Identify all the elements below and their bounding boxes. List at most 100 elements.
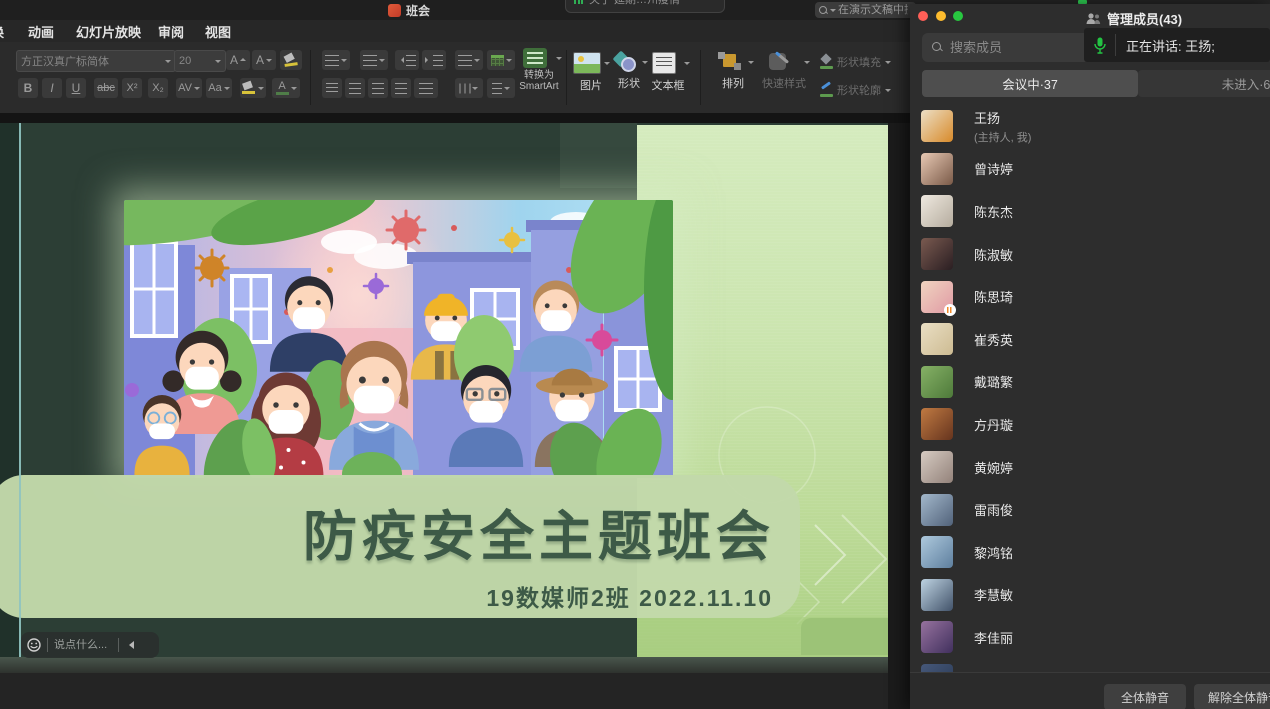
change-case-button[interactable]: Aa <box>206 78 232 98</box>
italic-button[interactable]: I <box>42 78 62 98</box>
subscript-button[interactable]: X₂ <box>148 78 168 98</box>
font-family-value: 方正汉真广标简体 <box>21 53 109 69</box>
distribute-button[interactable] <box>414 78 438 98</box>
ribbon-edge <box>0 113 910 123</box>
member-row[interactable]: 戴璐繁 <box>910 361 1270 404</box>
chat-input[interactable] <box>54 639 112 651</box>
member-avatar <box>921 579 953 611</box>
panel-title: 管理成员(43) <box>1107 9 1182 28</box>
shrink-label: A <box>256 53 264 67</box>
line-spacing-icon <box>458 55 472 66</box>
member-row[interactable]: 黎鸿铭 <box>910 531 1270 574</box>
arrange-button[interactable]: 排列 <box>712 52 754 91</box>
text-direction-button[interactable] <box>487 78 515 98</box>
ribbon: 方正汉真广标简体 20 A A B I U abc X² X₂ AV Aa A <box>0 42 910 113</box>
smartart-button[interactable]: 转换为SmartArt <box>516 48 562 92</box>
mute-all-button[interactable]: 全体静音 <box>1104 684 1186 709</box>
chat-bar[interactable] <box>21 632 159 658</box>
chevron-down-icon <box>472 87 478 93</box>
font-color-button[interactable]: A <box>272 78 300 98</box>
numbering-button[interactable] <box>360 50 388 70</box>
speaking-indicator: 正在讲话: 王扬; <box>1084 28 1270 62</box>
member-row[interactable]: 陈思琦 <box>910 275 1270 318</box>
collapse-icon[interactable] <box>125 641 134 649</box>
member-row[interactable]: 方丹璇 <box>910 403 1270 446</box>
sort-icon <box>460 83 471 93</box>
shape-fill-icon <box>820 55 833 69</box>
justify-button[interactable] <box>391 78 411 98</box>
member-row[interactable]: 李慧敏 <box>910 574 1270 617</box>
align-center-button[interactable] <box>345 78 365 98</box>
traffic-light-minimize[interactable] <box>936 11 946 21</box>
font-family-select[interactable]: 方正汉真广标简体 <box>16 50 176 72</box>
shapes-button[interactable]: 形状 <box>610 52 648 91</box>
chevron-down-icon <box>504 87 510 93</box>
member-name: 雷雨俊 <box>974 500 1013 519</box>
member-row[interactable]: 李佳丽 <box>910 616 1270 659</box>
bullets-button[interactable] <box>322 50 350 70</box>
document-title-area: 班会 <box>388 2 430 18</box>
notification-toast[interactable]: 关于 延期…州疫情 <box>565 0 725 13</box>
member-row[interactable]: 陈东杰 <box>910 190 1270 233</box>
shape-outline-label: 形状轮廓 <box>837 82 881 98</box>
member-avatar <box>921 664 953 672</box>
decrease-font-button[interactable]: A <box>252 50 276 70</box>
sort-button[interactable] <box>455 78 483 98</box>
font-size-select[interactable]: 20 <box>174 50 226 72</box>
traffic-light-zoom[interactable] <box>953 11 963 21</box>
line-spacing-button[interactable] <box>455 50 483 70</box>
strikethrough-button[interactable]: abc <box>94 78 118 98</box>
char-spacing-button[interactable]: AV <box>176 78 202 98</box>
traffic-light-close[interactable] <box>918 11 928 21</box>
table-icon <box>491 55 504 66</box>
superscript-button[interactable]: X² <box>122 78 142 98</box>
member-row[interactable]: 王扬(主持人, 我) <box>910 105 1270 148</box>
textbox-button[interactable]: 文本框 <box>646 52 690 93</box>
menu-item-view[interactable]: 视图 <box>205 22 231 41</box>
unmute-all-button[interactable]: 解除全体静音 <box>1194 684 1270 709</box>
bullets-icon <box>325 55 339 66</box>
quick-styles-button[interactable]: 快速样式 <box>758 52 810 91</box>
change-case-label: Aa <box>208 82 221 94</box>
member-row[interactable] <box>910 659 1270 672</box>
member-avatar <box>921 153 953 185</box>
align-left-button[interactable] <box>322 78 342 98</box>
emoji-icon[interactable] <box>27 638 41 652</box>
member-name: 陈东杰 <box>974 202 1013 221</box>
member-name: 黄婉婷 <box>974 458 1013 477</box>
slide-canvas[interactable]: 防疫安全主题班会 19数媒师2班 2022.11.10 <box>0 123 910 657</box>
member-row[interactable]: 黄婉婷 <box>910 446 1270 489</box>
menu-item-review[interactable]: 审阅 <box>158 22 184 41</box>
panel-title-area: 管理成员(43) <box>1086 9 1182 28</box>
outdent-button[interactable] <box>395 50 419 70</box>
document-search[interactable] <box>815 2 916 18</box>
underline-button[interactable]: U <box>66 78 86 98</box>
divider <box>1115 34 1116 56</box>
member-row[interactable]: 崔秀英 <box>910 318 1270 361</box>
member-row[interactable]: 陈淑敏 <box>910 233 1270 276</box>
picture-button[interactable]: 图片 <box>572 52 610 93</box>
menu-item-slideshow[interactable]: 幻灯片放映 <box>76 22 141 41</box>
tab-not-joined[interactable]: 未进入·6 <box>1138 70 1270 97</box>
indent-button[interactable] <box>422 50 446 70</box>
shape-outline-button[interactable]: 形状轮廓 <box>820 82 891 98</box>
tab-in-meeting[interactable]: 会议中·37 <box>922 70 1138 97</box>
menubar: 换 动画 幻灯片放映 审阅 视图 <box>0 20 910 42</box>
search-icon <box>819 6 828 15</box>
justify-icon <box>395 83 407 94</box>
member-row[interactable]: 雷雨俊 <box>910 488 1270 531</box>
shape-fill-button[interactable]: 形状填充 <box>820 54 891 70</box>
bold-button[interactable]: B <box>18 78 38 98</box>
document-search-input[interactable] <box>838 4 908 16</box>
member-list[interactable]: 王扬(主持人, 我)曾诗婷陈东杰陈淑敏陈思琦崔秀英戴璐繁方丹璇黄婉婷雷雨俊黎鸿铭… <box>910 105 1270 672</box>
highlight-button[interactable] <box>240 78 266 98</box>
member-row[interactable]: 曾诗婷 <box>910 148 1270 191</box>
table-button[interactable] <box>487 50 515 70</box>
increase-font-button[interactable]: A <box>226 50 250 70</box>
align-right-button[interactable] <box>368 78 388 98</box>
member-name: 李佳丽 <box>974 628 1013 647</box>
clear-format-button[interactable] <box>280 50 302 70</box>
numbering-icon <box>363 55 377 66</box>
menu-item-transitions[interactable]: 换 <box>0 22 4 41</box>
menu-item-animation[interactable]: 动画 <box>28 22 54 41</box>
